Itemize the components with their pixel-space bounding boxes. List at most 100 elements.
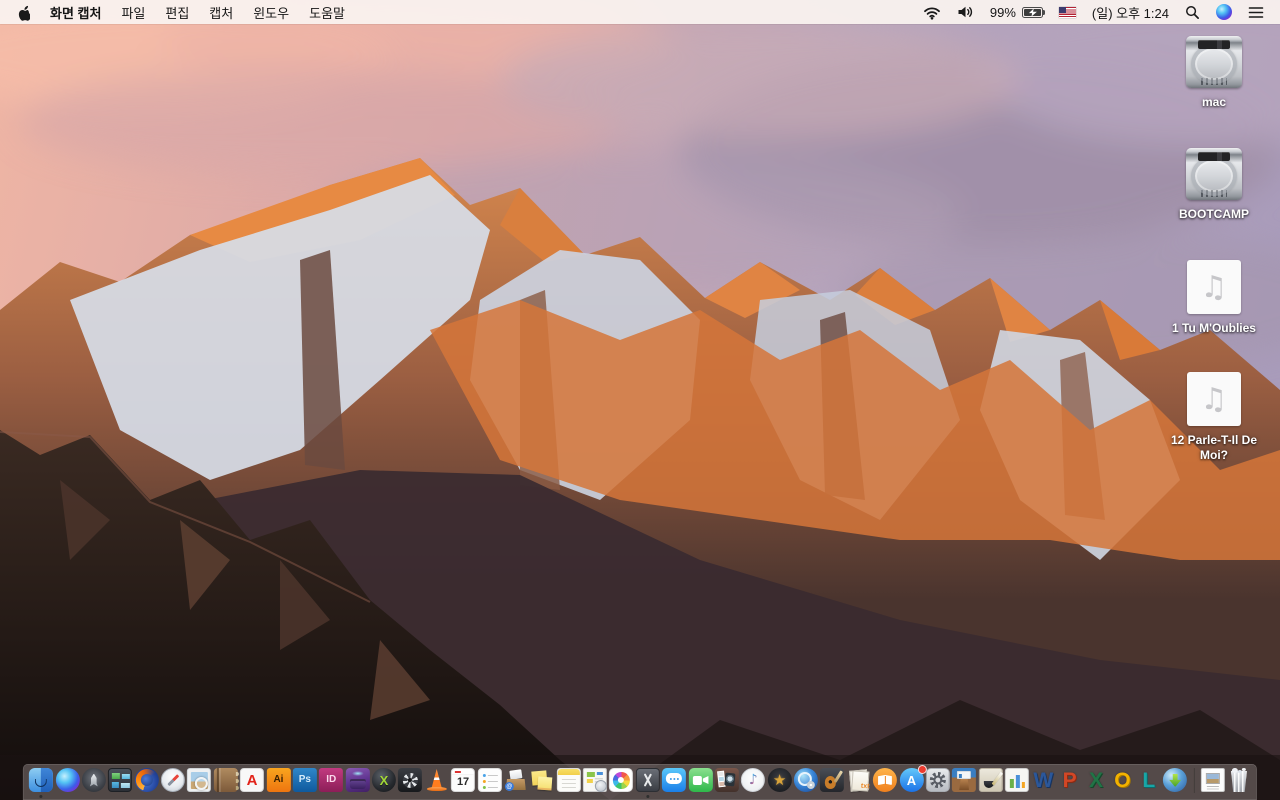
dock-item-vlc[interactable]	[425, 768, 449, 792]
notification-center-menu[interactable]	[1240, 0, 1272, 24]
dock-item-fan-utility[interactable]	[398, 768, 423, 792]
dock-item-downloader[interactable]	[1163, 768, 1188, 792]
vlc-icon	[425, 768, 449, 792]
text-stack-icon: txt	[847, 768, 871, 792]
dock-divider	[1193, 768, 1195, 793]
preview-icon	[187, 768, 212, 792]
dock-item-reminders[interactable]	[477, 768, 502, 792]
dock-item-messages[interactable]	[662, 768, 687, 792]
dock-item-pages[interactable]	[978, 768, 1003, 792]
imovie-glyph: ★	[772, 770, 787, 789]
dock-item-numbers[interactable]	[1004, 768, 1029, 792]
active-app-menu[interactable]: 화면 캡처	[40, 3, 111, 22]
dock-item-dvd-player[interactable]	[793, 768, 818, 792]
toast-icon	[345, 768, 370, 792]
word-glyph: W	[1033, 768, 1054, 792]
dock-item-ibooks[interactable]	[873, 768, 898, 792]
excel-icon: X	[1084, 768, 1108, 792]
dock-item-word[interactable]: W	[1031, 768, 1055, 792]
update-badge	[917, 765, 927, 774]
dock-item-outlook[interactable]: O	[1110, 768, 1134, 792]
dock-item-photos[interactable]	[609, 768, 634, 792]
stickies-icon	[530, 768, 554, 792]
dock-item-facetime[interactable]	[688, 768, 713, 792]
dock-item-acrobat-reader[interactable]: A	[240, 768, 265, 792]
dock-item-garageband[interactable]	[820, 768, 845, 792]
dock-item-grab-screen-capture[interactable]	[635, 768, 660, 798]
desktop-icon-mac[interactable]: mac	[1154, 36, 1274, 148]
dock-item-contacts[interactable]	[213, 768, 240, 792]
trash-icon	[1227, 768, 1251, 792]
dock-item-excel[interactable]: X	[1084, 768, 1108, 792]
dock-item-siri[interactable]	[55, 768, 80, 792]
dock-item-trash[interactable]	[1227, 768, 1251, 792]
photoshop-icon: Ps	[292, 768, 317, 792]
firefox-icon	[134, 768, 159, 792]
acrobat-reader-icon: A	[240, 768, 265, 792]
desktop-icon-bootcamp[interactable]: BOOTCAMP	[1154, 148, 1274, 260]
dock-item-document[interactable]	[1200, 768, 1225, 792]
garageband-icon	[820, 768, 845, 792]
dock-item-mission-control[interactable]	[108, 768, 133, 792]
dock-item-indesign[interactable]: ID	[319, 768, 344, 792]
menubar-menu-4[interactable]: 도움말	[299, 3, 355, 22]
dock-item-calendar[interactable]: 17	[451, 768, 476, 792]
outlook-glyph: O	[1114, 768, 1131, 792]
desktop-icon-label: BOOTCAMP	[1179, 207, 1249, 221]
dock-item-imovie[interactable]: ★	[767, 768, 792, 792]
dock-item-keynote[interactable]	[952, 768, 977, 792]
dock-item-finder[interactable]	[29, 768, 54, 798]
clock-text: (일) 오후 1:24	[1091, 5, 1169, 21]
dock-item-xee[interactable]: X	[371, 768, 396, 792]
dock-item-lync[interactable]: L	[1137, 768, 1161, 792]
photos-icon	[609, 768, 634, 792]
dock-item-unarchiver[interactable]: @	[504, 768, 528, 792]
dock-item-firefox[interactable]	[134, 768, 159, 792]
messages-icon	[662, 768, 687, 792]
wallpaper-art	[0, 0, 1280, 800]
siri-menu[interactable]	[1208, 0, 1240, 24]
menu-bar: 화면 캡처 파일 편집 캡처 윈도우 도움말 99% (일) 오후 1:24	[0, 0, 1280, 24]
menubar-menu-1[interactable]: 편집	[155, 3, 199, 22]
desktop-icon-label: 1 Tu M'Oublies	[1172, 321, 1256, 335]
dock-item-app-store[interactable]: A	[899, 765, 927, 792]
dock-item-safari[interactable]	[160, 768, 185, 792]
word-icon: W	[1031, 768, 1055, 792]
clock-menu[interactable]: (일) 오후 1:24	[1084, 0, 1177, 24]
dock-item-notes[interactable]	[556, 768, 581, 792]
dock-item-photo-booth[interactable]	[714, 768, 739, 792]
input-source-menu[interactable]	[1051, 0, 1084, 24]
illustrator-glyph: Ai	[273, 774, 284, 785]
wifi-menu[interactable]	[915, 0, 949, 24]
desktop-icon-parle-t-il-de-moi[interactable]: ♫ 12 Parle-T-Il De Moi?	[1154, 372, 1274, 484]
spotlight-menu[interactable]	[1177, 0, 1208, 24]
menubar-menu-0[interactable]: 파일	[111, 3, 155, 22]
hard-drive-icon	[1186, 36, 1242, 88]
dock-item-system-preferences[interactable]	[925, 768, 950, 792]
dock-item-illustrator[interactable]: Ai	[266, 768, 291, 792]
dock-item-toast[interactable]	[345, 768, 370, 792]
dock-item-itunes[interactable]: ♪	[741, 768, 766, 792]
dock-item-powerpoint[interactable]: P	[1058, 768, 1082, 792]
dock-item-web-template-app[interactable]	[582, 768, 607, 792]
dock-item-text-stack[interactable]: txt	[847, 768, 871, 792]
fan-utility-icon	[398, 768, 423, 792]
dock-item-stickies[interactable]	[530, 768, 554, 792]
dock-item-preview[interactable]	[187, 768, 212, 792]
dock-item-launchpad[interactable]	[81, 768, 106, 792]
volume-menu[interactable]	[949, 0, 982, 24]
menu-bar-left: 화면 캡처 파일 편집 캡처 윈도우 도움말	[8, 0, 355, 24]
calendar-icon: 17	[451, 768, 476, 792]
desktop-icon-tu-m-oublies[interactable]: ♫ 1 Tu M'Oublies	[1154, 260, 1274, 372]
dock-item-photoshop[interactable]: Ps	[292, 768, 317, 792]
menubar-menu-2[interactable]: 캡처	[199, 3, 243, 22]
photoshop-glyph: Ps	[298, 774, 311, 785]
battery-menu[interactable]: 99%	[982, 0, 1051, 24]
lync-icon: L	[1137, 768, 1161, 792]
running-indicator	[39, 795, 43, 798]
hard-drive-icon	[1186, 148, 1242, 200]
menubar-menu-3[interactable]: 윈도우	[243, 3, 299, 22]
apple-menu[interactable]	[8, 4, 40, 21]
system-preferences-icon	[925, 768, 950, 792]
ibooks-icon	[873, 768, 898, 792]
